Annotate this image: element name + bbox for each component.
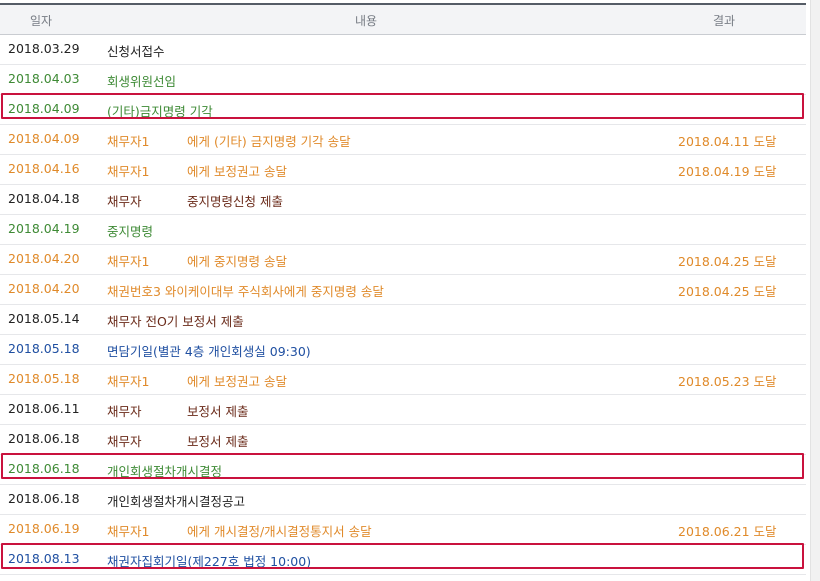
row-content: 보정서 제출: [187, 434, 249, 449]
row-date: 2018.06.18: [8, 491, 80, 506]
table-row: 2018.05.14 채무자 전O기 보정서 제출: [0, 305, 806, 335]
row-party: 채무자: [107, 194, 142, 209]
row-date: 2018.03.29: [8, 41, 80, 56]
row-content: 중지명령: [107, 224, 154, 239]
row-content: 회생위원선임: [107, 74, 177, 89]
row-date: 2018.04.16: [8, 161, 80, 176]
header-content: 내용: [355, 14, 378, 28]
row-content: 에게 개시결정/개시결정통지서 송달: [187, 524, 372, 539]
table-row: 2018.04.19 중지명령: [0, 215, 806, 245]
row-content: 보정서 제출: [187, 404, 249, 419]
row-content: 에게 보정권고 송달: [187, 374, 287, 389]
row-date: 2018.06.18: [8, 431, 80, 446]
table-row: 2018.04.20 채권번호3 와이케이대부 주식회사에게 중지명령 송달 2…: [0, 275, 806, 305]
row-date: 2018.04.20: [8, 251, 80, 266]
table-row: 2018.06.11 채무자 보정서 제출: [0, 395, 806, 425]
row-result: 2018.04.19 도달: [678, 164, 777, 179]
row-content: 개인회생절차개시결정: [107, 464, 223, 479]
table-row: 2018.04.20 채무자1 에게 중지명령 송달 2018.04.25 도달: [0, 245, 806, 275]
row-date: 2018.04.09: [8, 101, 80, 116]
table-row: 2018.06.18 개인회생절차개시결정: [0, 455, 806, 485]
row-content: 채무자 전O기 보정서 제출: [107, 314, 244, 329]
row-content: 면담기일(별관 4층 개인회생실 09:30): [107, 344, 311, 359]
row-content: 채권자집회기일(제227호 법정 10:00): [107, 554, 312, 569]
row-party: 채무자1: [107, 164, 150, 179]
row-result: 2018.05.23 도달: [678, 374, 777, 389]
row-content: 에게 (기타) 금지명령 기각 송달: [187, 134, 351, 149]
row-date: 2018.05.14: [8, 311, 80, 326]
row-content: 채권번호3 와이케이대부 주식회사에게 중지명령 송달: [107, 284, 384, 299]
row-party: 채무자: [107, 434, 142, 449]
row-date: 2018.08.13: [8, 551, 80, 566]
row-party: 채무자1: [107, 134, 150, 149]
row-content: 중지명령신청 제출: [187, 194, 283, 209]
table-row: 2018.04.18 채무자 중지명령신청 제출: [0, 185, 806, 215]
row-date: 2018.06.19: [8, 521, 80, 536]
row-date: 2018.04.03: [8, 71, 80, 86]
row-content: 에게 중지명령 송달: [187, 254, 287, 269]
row-content: (기타)금지명령 기각: [107, 104, 213, 119]
table-row: 2018.04.03 회생위원선임: [0, 65, 806, 95]
table-row: 2018.04.16 채무자1 에게 보정권고 송달 2018.04.19 도달: [0, 155, 806, 185]
row-result: 2018.04.11 도달: [678, 134, 777, 149]
row-result: 2018.04.25 도달: [678, 284, 777, 299]
table-row: 2018.08.13 채권자집회기일(제227호 법정 10:00): [0, 545, 806, 575]
row-result: 2018.04.25 도달: [678, 254, 777, 269]
table-header: 일자 내용 결과: [0, 5, 806, 35]
header-date: 일자: [30, 14, 53, 28]
table-row: 2018.03.29 신청서접수: [0, 35, 806, 65]
row-date: 2018.05.18: [8, 341, 80, 356]
row-party: 채무자: [107, 404, 142, 419]
table-row: 2018.06.18 채무자 보정서 제출: [0, 425, 806, 455]
row-date: 2018.04.19: [8, 221, 80, 236]
row-date: 2018.04.18: [8, 191, 80, 206]
row-result: 2018.06.21 도달: [678, 524, 777, 539]
row-content: 개인회생절차개시결정공고: [107, 494, 246, 509]
row-party: 채무자1: [107, 374, 150, 389]
row-party: 채무자1: [107, 254, 150, 269]
row-content: 에게 보정권고 송달: [187, 164, 287, 179]
header-result: 결과: [713, 14, 736, 28]
row-content: 신청서접수: [107, 44, 165, 59]
row-date: 2018.04.20: [8, 281, 80, 296]
row-party: 채무자1: [107, 524, 150, 539]
row-date: 2018.06.18: [8, 461, 80, 476]
table-row: 2018.05.18 면담기일(별관 4층 개인회생실 09:30): [0, 335, 806, 365]
row-date: 2018.04.09: [8, 131, 80, 146]
row-date: 2018.06.11: [8, 401, 80, 416]
vertical-scrollbar[interactable]: [810, 0, 820, 581]
table-row: 2018.04.09 채무자1 에게 (기타) 금지명령 기각 송달 2018.…: [0, 125, 806, 155]
table-row: 2018.04.09 (기타)금지명령 기각: [0, 95, 806, 125]
table-row: 2018.06.19 채무자1 에게 개시결정/개시결정통지서 송달 2018.…: [0, 515, 806, 545]
table-row: 2018.05.18 채무자1 에게 보정권고 송달 2018.05.23 도달: [0, 365, 806, 395]
case-history-table: 일자 내용 결과 2018.03.29 신청서접수 2018.04.03 회생위…: [0, 3, 806, 575]
row-date: 2018.05.18: [8, 371, 80, 386]
table-row: 2018.06.18 개인회생절차개시결정공고: [0, 485, 806, 515]
